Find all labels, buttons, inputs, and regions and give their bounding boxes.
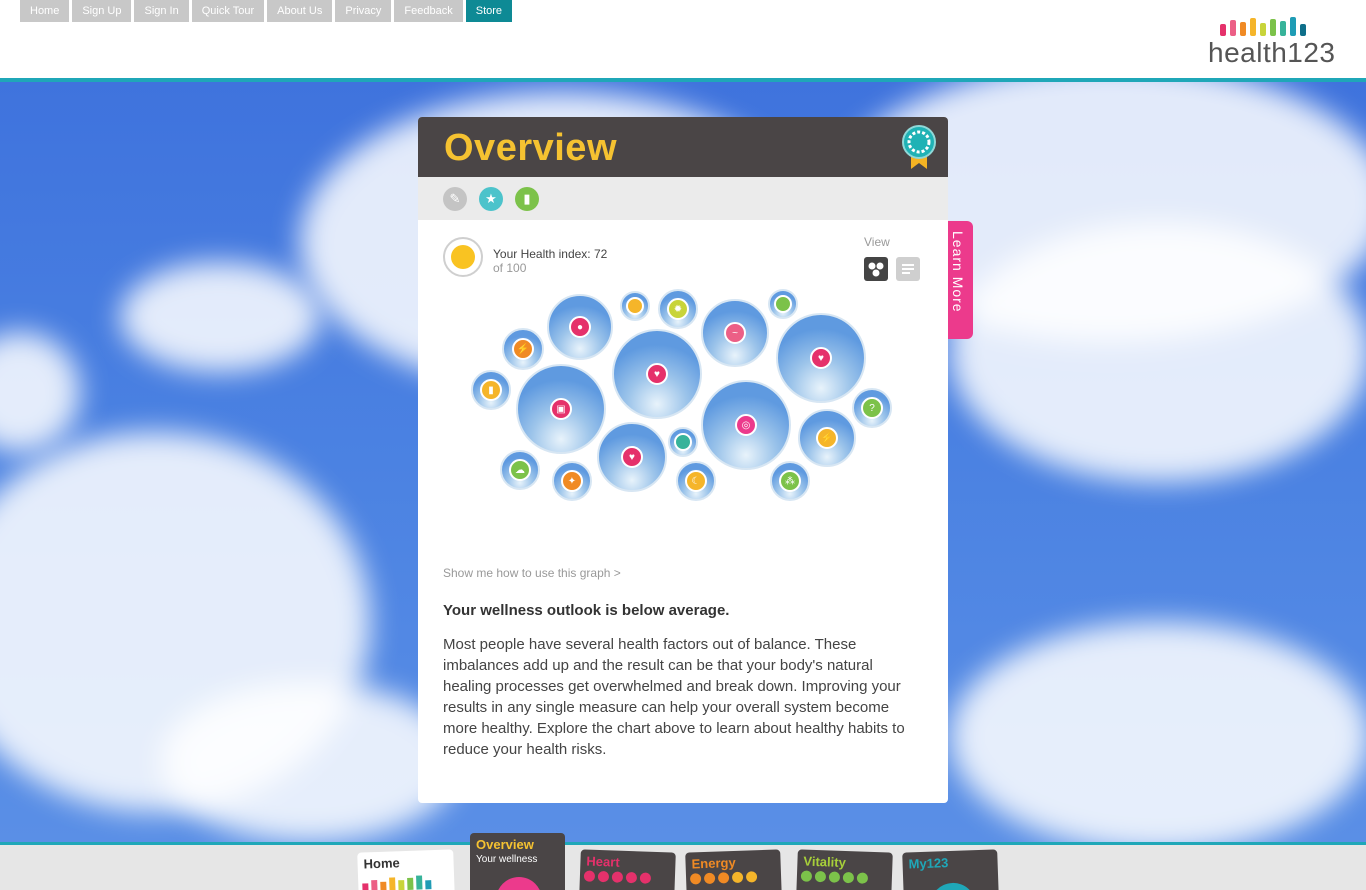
nav-quick-tour[interactable]: Quick Tour — [191, 0, 265, 22]
dock-tile-home[interactable]: Home — [357, 849, 455, 890]
fork-knife-icon — [774, 295, 792, 313]
nav-about-us[interactable]: About Us — [267, 0, 333, 22]
dock-tile-sub: Your wellness — [476, 854, 538, 865]
dock-tile-vitality[interactable]: Vitality — [796, 849, 893, 890]
nav-sign-up[interactable]: Sign Up — [72, 0, 132, 22]
dock-tile-title: Vitality — [803, 853, 847, 871]
nav-sign-in[interactable]: Sign In — [134, 0, 189, 22]
bubble-graph: ● ✹ ~ ♥ ⚡ ♥ ▮ ▣ ◎ ? ⚡ ♥ ☁ ✦ ☾ ⁂ — [418, 277, 948, 517]
lightbulb-icon: ✦ — [561, 470, 583, 492]
card-header: Overview — [418, 117, 948, 177]
bubble-heart-large[interactable]: ♥ — [776, 313, 866, 403]
star-icon[interactable]: ★ — [479, 186, 503, 211]
dock-tile-heart[interactable]: Heart — [579, 849, 676, 890]
health-index-sub: of 100 — [493, 261, 527, 275]
bubble-bone[interactable] — [620, 291, 650, 321]
heart-icon: ♥ — [810, 347, 832, 369]
heart-mini-icons — [580, 868, 675, 886]
brand-logo[interactable]: health123 — [1208, 16, 1336, 68]
pulse-icon: ~ — [724, 322, 746, 344]
bubble-idea[interactable]: ✦ — [552, 461, 592, 501]
nav-feedback[interactable]: Feedback — [394, 0, 463, 22]
sun-icon — [443, 237, 483, 277]
view-label: View — [864, 235, 890, 249]
dock-tile-title: My123 — [908, 855, 949, 872]
target-icon: ◎ — [735, 414, 757, 436]
bubble-stomach[interactable] — [668, 427, 698, 457]
battery-icon: ▮ — [480, 379, 502, 401]
bubble-social[interactable]: ⁂ — [770, 461, 810, 501]
bubble-nutrition[interactable] — [768, 289, 798, 319]
health-index-label: Your Health index: 72 — [493, 247, 608, 261]
view-switcher: View — [864, 235, 920, 281]
bubble-heart-center[interactable]: ♥ — [612, 329, 702, 419]
plug-icon: ⚡ — [512, 338, 534, 360]
dock-tile-title: Heart — [586, 853, 620, 870]
dock-tile-title: Overview — [476, 837, 534, 852]
outlook-heading: Your wellness outlook is below average. — [443, 602, 730, 619]
question-icon: ? — [861, 397, 883, 419]
bottom-dock: Home Overview Your wellness Heart Energy… — [0, 833, 1366, 890]
outlook-description: Most people have several health factors … — [443, 636, 905, 758]
stomach-icon — [674, 433, 692, 451]
logo-bars-icon — [1208, 16, 1336, 36]
bar-chart-icon[interactable]: ▮ — [515, 186, 539, 211]
bubble-battery[interactable]: ▮ — [471, 370, 511, 410]
bubble-sun[interactable]: ✹ — [658, 289, 698, 329]
bubble-heart-lower[interactable]: ♥ — [597, 422, 667, 492]
overview-dial-icon — [496, 877, 542, 890]
mini-bars-icon — [358, 868, 455, 890]
top-nav: Home Sign Up Sign In Quick Tour About Us… — [20, 0, 513, 22]
people-icon: ⁂ — [779, 470, 801, 492]
bubble-weather[interactable]: ☁ — [500, 450, 540, 490]
scale-icon: ▣ — [550, 398, 572, 420]
dock-tile-my123[interactable]: My123 — [902, 849, 999, 890]
drop-icon: ● — [569, 316, 591, 338]
bubble-target[interactable]: ◎ — [701, 380, 791, 470]
bubble-energy[interactable]: ⚡ — [502, 328, 544, 370]
bubble-hydration[interactable]: ● — [547, 294, 613, 360]
dock-tile-energy[interactable]: Energy — [685, 849, 782, 890]
learn-more-tab[interactable]: Learn More — [948, 221, 973, 339]
tools-icon[interactable]: ✎ — [443, 186, 467, 211]
bubble-scale[interactable]: ▣ — [516, 364, 606, 454]
health-index: Your Health index: 72 of 100 — [443, 237, 607, 277]
bubble-help[interactable]: ? — [852, 388, 892, 428]
dock-tile-overview[interactable]: Overview Your wellness — [470, 833, 565, 890]
logo-text: health123 — [1208, 37, 1336, 68]
overview-card: Overview ✎ ★ ▮ Your Health index: 72 of … — [418, 117, 948, 803]
heart-icon: ♥ — [621, 446, 643, 468]
bubble-pulse[interactable]: ~ — [701, 299, 769, 367]
top-bar: Home Sign Up Sign In Quick Tour About Us… — [0, 0, 1366, 82]
heart-icon: ♥ — [646, 363, 668, 385]
bubble-sleep[interactable]: ☾ — [676, 461, 716, 501]
award-ribbon-icon — [902, 125, 936, 169]
moon-icon: ☾ — [685, 470, 707, 492]
nav-home[interactable]: Home — [20, 0, 70, 22]
my123-dial-icon — [929, 882, 977, 890]
nav-privacy[interactable]: Privacy — [335, 0, 392, 22]
page-title: Overview — [444, 127, 617, 169]
learn-more-label: Learn More — [950, 231, 966, 313]
how-to-use-graph-link[interactable]: Show me how to use this graph > — [443, 566, 621, 580]
sunshine-icon: ✹ — [667, 298, 689, 320]
bone-icon — [626, 297, 644, 315]
lightning-icon: ⚡ — [816, 427, 838, 449]
bubble-lightning[interactable]: ⚡ — [798, 409, 856, 467]
vitality-mini-icons — [797, 868, 892, 886]
card-toolbar: ✎ ★ ▮ — [418, 177, 948, 220]
nav-store[interactable]: Store — [465, 0, 513, 22]
cloud-icon: ☁ — [509, 459, 531, 481]
